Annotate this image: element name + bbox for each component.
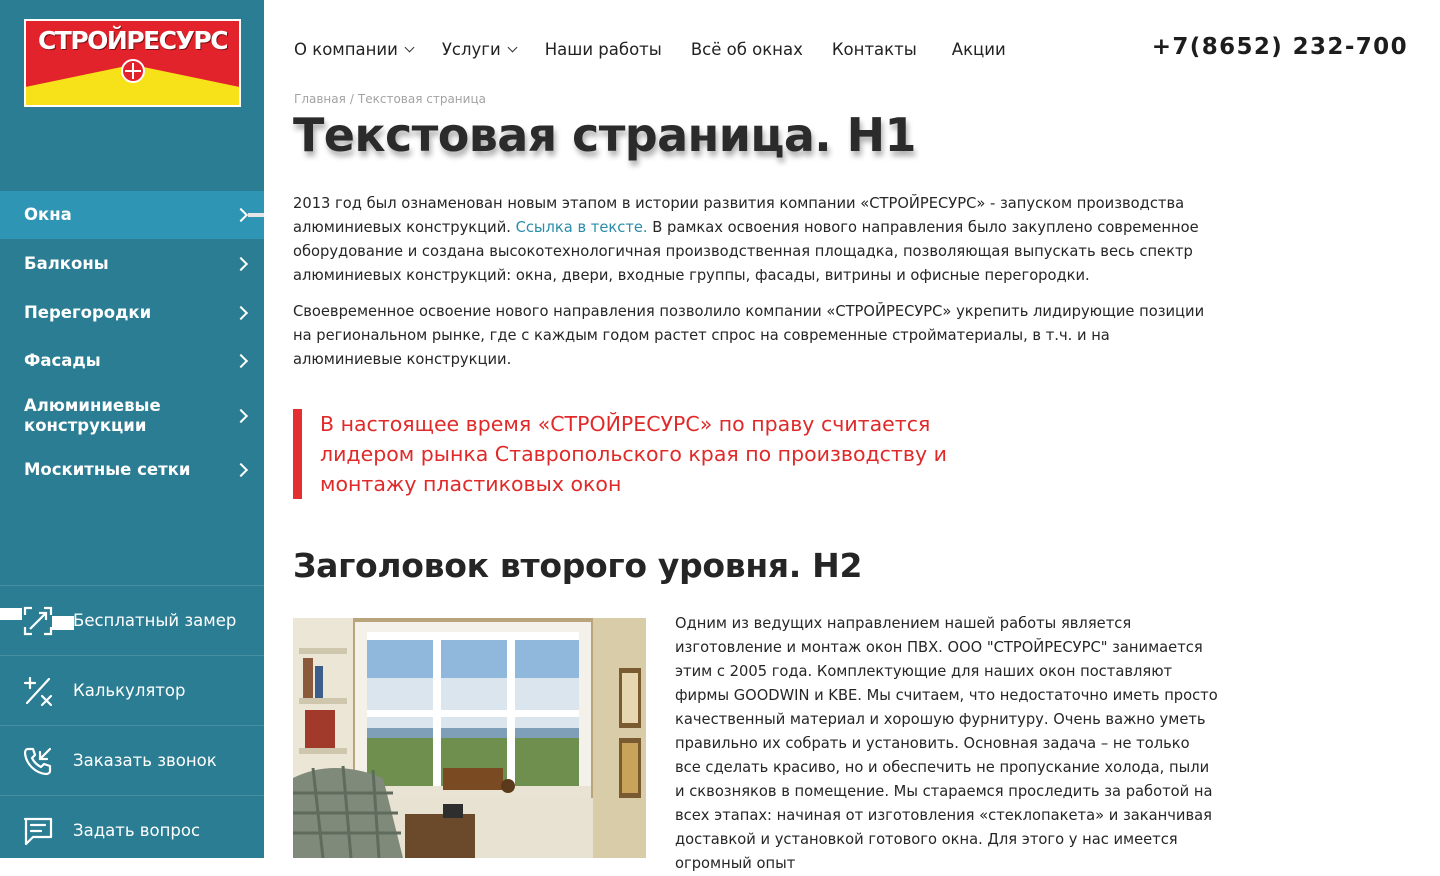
tool-label: Бесплатный замер [73,611,237,630]
measure-bar-right [52,616,74,630]
nav-our-works[interactable]: Наши работы [545,40,662,59]
main-nav: О компании Услуги Наши работы Всё об окн… [294,37,1035,61]
nav-label: Наши работы [544,39,662,59]
phone-callback-icon [23,747,52,775]
chevron-right-icon [233,353,249,368]
window-interior-photo [293,618,646,858]
breadcrumb-separator: / [349,92,354,106]
calculator-icon [23,676,53,706]
nav-contacts[interactable]: Контакты [832,40,917,59]
nav-promotions[interactable]: Акции [952,40,1006,59]
section-heading: Заголовок второго уровня. H2 [293,546,863,585]
nav-label: Услуги [441,39,501,59]
sidebar-item-label: Москитные сетки [24,460,191,479]
sidebar-item-windows[interactable]: Окна [0,191,264,239]
sidebar-item-balconies[interactable]: Балконы [0,239,264,288]
logo-image: СТРОЙРЕСУРС [26,21,239,105]
nav-label: О компании [294,39,398,59]
phone-number[interactable]: +7(8652) 232-700 [1152,34,1408,60]
nav-label: Контакты [831,39,917,59]
page-title: Текстовая страница. H1 [293,108,916,162]
breadcrumb: Главная / Текстовая страница [294,92,486,106]
nav-services[interactable]: Услуги [441,39,518,59]
text-link[interactable]: Ссылка в тексте. [516,219,648,236]
callback-button[interactable]: Заказать звонок [0,725,264,795]
free-measure-button[interactable]: Бесплатный замер [0,585,264,655]
nav-label: Всё об окнах [690,39,803,59]
logo-text: СТРОЙРЕСУРС [37,26,229,55]
ask-question-button[interactable]: Задать вопрос [0,795,264,865]
logo[interactable]: СТРОЙРЕСУРС [24,19,241,107]
chevron-right-icon [233,462,249,478]
sidebar-item-aluminium[interactable]: Алюминиевые конструкции [0,384,264,447]
nav-label: Акции [951,39,1006,59]
third-paragraph: Одним из ведущих направлением нашей рабо… [675,615,1218,872]
second-paragraph: Своевременное освоение нового направлени… [293,303,1205,368]
chevron-down-icon [404,42,415,52]
chevron-right-icon [233,207,249,223]
intro-paragraph: 2013 год был ознаменован новым этапом в … [293,192,1213,288]
chevron-right-icon [233,305,249,320]
breadcrumb-current: Текстовая страница [357,92,486,106]
sidebar-item-mosquito-nets[interactable]: Москитные сетки [0,447,264,493]
sidebar-item-label: Окна [24,205,72,224]
active-indicator [248,213,264,217]
highlight-quote: В настоящее время «СТРОЙРЕСУРС» по праву… [293,409,993,499]
breadcrumb-home[interactable]: Главная [294,92,346,106]
sidebar-item-facades[interactable]: Фасады [0,337,264,384]
calculator-button[interactable]: Калькулятор [0,655,264,725]
chevron-right-icon [233,408,249,423]
nav-about[interactable]: О компании [294,39,415,59]
window-photo-illustration [293,618,646,858]
sidebar-tools: Бесплатный замер Калькулятор Заказать зв… [0,585,264,865]
tool-label: Калькулятор [73,681,186,700]
sidebar-item-label: Алюминиевые конструкции [24,395,161,435]
measure-icon [23,606,53,635]
chevron-right-icon [233,256,249,271]
measure-bar-left [0,608,22,620]
chevron-down-icon [507,42,518,52]
logo-emblem-icon [120,59,145,83]
chat-question-icon [23,817,53,845]
sidebar-item-partitions[interactable]: Перегородки [0,288,264,337]
sidebar-item-label: Балконы [24,253,109,273]
sidebar-item-label: Фасады [24,350,101,370]
tool-label: Задать вопрос [73,821,201,840]
sidebar-item-label: Перегородки [24,302,152,322]
nav-about-windows[interactable]: Всё об окнах [691,40,803,59]
sidebar: СТРОЙРЕСУРС Окна Балконы Перегородки Фас… [0,0,264,858]
sidebar-nav: Окна Балконы Перегородки Фасады Алюминие… [0,191,264,493]
tool-label: Заказать звонок [73,751,217,770]
